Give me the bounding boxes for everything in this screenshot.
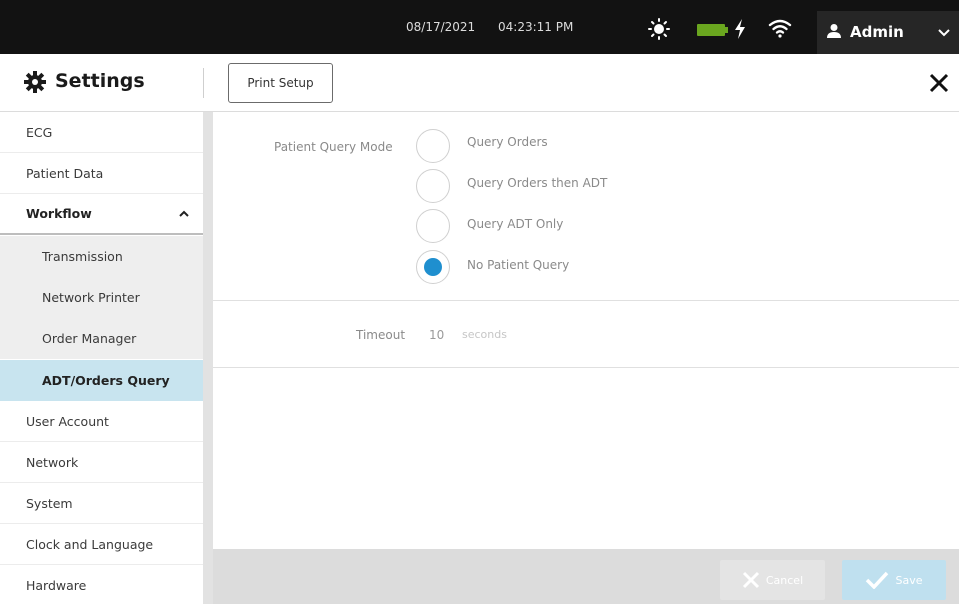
timeout-unit: seconds [462,328,507,341]
user-icon [827,24,841,38]
radio-query-adt-only[interactable] [416,209,450,243]
radio-query-orders[interactable] [416,129,450,163]
radio-no-patient-query[interactable] [416,250,450,284]
sidebar-item-label: ECG [26,124,53,140]
close-icon[interactable] [928,72,950,94]
cancel-label: Cancel [765,573,804,587]
user-name: Admin [850,23,904,41]
sidebar-item-label: Clock and Language [26,536,154,552]
sidebar-item-adt-orders-query[interactable]: ADT/Orders Query [0,360,203,401]
chevron-down-icon [938,29,950,37]
sidebar-item-label: Network Printer [42,290,140,305]
print-setup-button[interactable]: Print Setup [228,63,333,103]
chevron-up-icon [179,210,189,217]
header-divider [203,68,204,98]
timeout-value[interactable]: 10 [429,328,444,342]
sidebar-item-clock-and-language[interactable]: Clock and Language [0,524,203,565]
gear-icon [24,71,46,93]
sidebar-item-ecg[interactable]: ECG [0,112,203,153]
close-icon [742,571,759,589]
timeout-label: Timeout [356,328,406,342]
radio-label-query-adt-only: Query ADT Only [467,217,564,231]
save-button[interactable]: Save [842,560,946,600]
radio-label-query-orders: Query Orders [467,135,548,149]
sidebar-item-network-printer[interactable]: Network Printer [0,277,203,318]
cancel-button[interactable]: Cancel [720,560,825,600]
status-time: 04:23:11 PM [498,20,574,34]
sidebar-item-user-account[interactable]: User Account [0,401,203,442]
radio-label-query-orders-then-adt: Query Orders then ADT [467,176,608,190]
section-divider [213,367,959,368]
sidebar-item-label: Workflow [26,206,92,221]
sidebar-item-transmission[interactable]: Transmission [0,236,203,277]
adt-orders-query-panel: Patient Query Mode Query Orders Query Or… [213,112,959,549]
patient-query-mode-label: Patient Query Mode [274,140,393,154]
sidebar-item-workflow[interactable]: Workflow [0,194,203,235]
status-date: 08/17/2021 [406,20,476,34]
sidebar-item-label: Network [26,454,79,470]
page-title: Settings [55,70,145,92]
check-icon [866,571,889,589]
sidebar-item-patient-data[interactable]: Patient Data [0,153,203,194]
settings-header: Settings Print Setup [0,54,959,112]
status-bar: 08/17/2021 04:23:11 PM Admin [0,0,959,54]
charging-icon [735,19,745,39]
save-label: Save [895,573,923,587]
radio-label-no-patient-query: No Patient Query [467,258,570,272]
sidebar-divider [203,112,213,604]
radio-query-orders-then-adt[interactable] [416,169,450,203]
wifi-icon [768,19,792,38]
sidebar-item-label: Transmission [42,249,123,264]
user-menu[interactable]: Admin [817,11,959,54]
sidebar-item-label: Hardware [26,578,87,593]
section-divider [213,300,959,301]
battery-icon [697,24,728,36]
brightness-icon[interactable] [648,18,670,40]
sidebar-item-label: System [26,495,73,511]
sidebar-item-label: Order Manager [42,331,137,346]
sidebar-item-label: ADT/Orders Query [42,373,170,388]
sidebar-item-hardware[interactable]: Hardware [0,565,203,604]
sidebar-item-system[interactable]: System [0,483,203,524]
settings-sidebar: ECG Patient Data Workflow Transmission N… [0,112,203,604]
sidebar-item-order-manager[interactable]: Order Manager [0,318,203,359]
action-footer: Cancel Save [213,549,959,604]
sidebar-item-label: Patient Data [26,165,104,181]
sidebar-item-label: User Account [26,413,109,429]
sidebar-item-network[interactable]: Network [0,442,203,483]
